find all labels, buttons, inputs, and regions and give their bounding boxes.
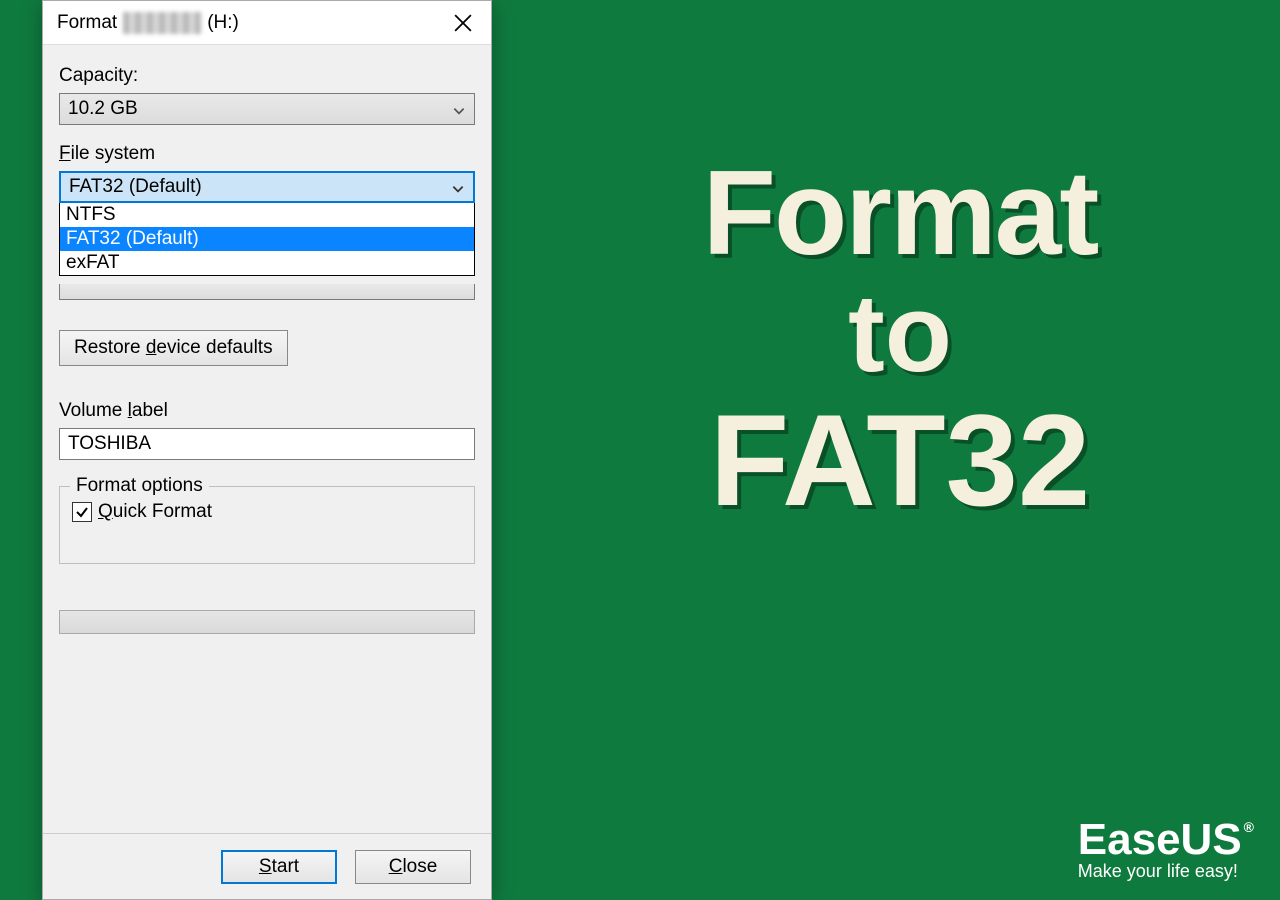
chevron-down-icon [452,102,466,116]
headline-line1: Format [560,150,1240,276]
filesystem-option-fat32[interactable]: FAT32 (Default) [60,227,474,251]
quick-format-label: Quick Format [98,501,212,523]
dialog-footer: Start Close [43,833,491,899]
quick-format-row: Quick Format [72,501,462,523]
headline: Format to FAT32 [560,150,1240,528]
capacity-select[interactable]: 10.2 GB [59,93,475,125]
close-button[interactable]: Close [355,850,471,884]
headline-line3: FAT32 [560,392,1240,529]
volume-label-label: Volume label [59,400,475,422]
filesystem-select[interactable]: FAT32 (Default) [59,171,475,203]
filesystem-option-exfat[interactable]: exFAT [60,251,474,275]
format-dialog: Format (H:) Capacity: 10.2 GB File syste… [42,0,492,900]
capacity-value: 10.2 GB [68,98,138,120]
close-icon[interactable] [443,3,483,43]
filesystem-value: FAT32 (Default) [69,176,202,198]
chevron-down-icon [451,180,465,194]
allocation-select-obscured[interactable] [59,284,475,300]
restore-defaults-button[interactable]: Restore device defaults [59,330,288,366]
headline-line2: to [560,276,1240,392]
filesystem-dropdown: NTFS FAT32 (Default) exFAT [59,203,475,276]
easeus-logo: EaseUS® Make your life easy! [1078,815,1252,882]
quick-format-checkbox[interactable] [72,502,92,522]
dialog-body: Capacity: 10.2 GB File system FAT32 (Def… [43,45,491,634]
filesystem-option-ntfs[interactable]: NTFS [60,203,474,227]
titlebar[interactable]: Format (H:) [43,1,491,45]
capacity-label: Capacity: [59,65,475,87]
volume-label-input[interactable] [59,428,475,460]
drive-letter: (H:) [207,12,239,34]
progress-bar [59,610,475,634]
format-options-group: Format options Quick Format [59,486,475,564]
volume-name-blurred [123,12,201,34]
logo-brand: EaseUS® [1078,815,1252,865]
start-button[interactable]: Start [221,850,337,884]
format-options-legend: Format options [70,475,209,497]
window-title-prefix: Format [57,12,117,34]
filesystem-label: File system [59,143,475,165]
